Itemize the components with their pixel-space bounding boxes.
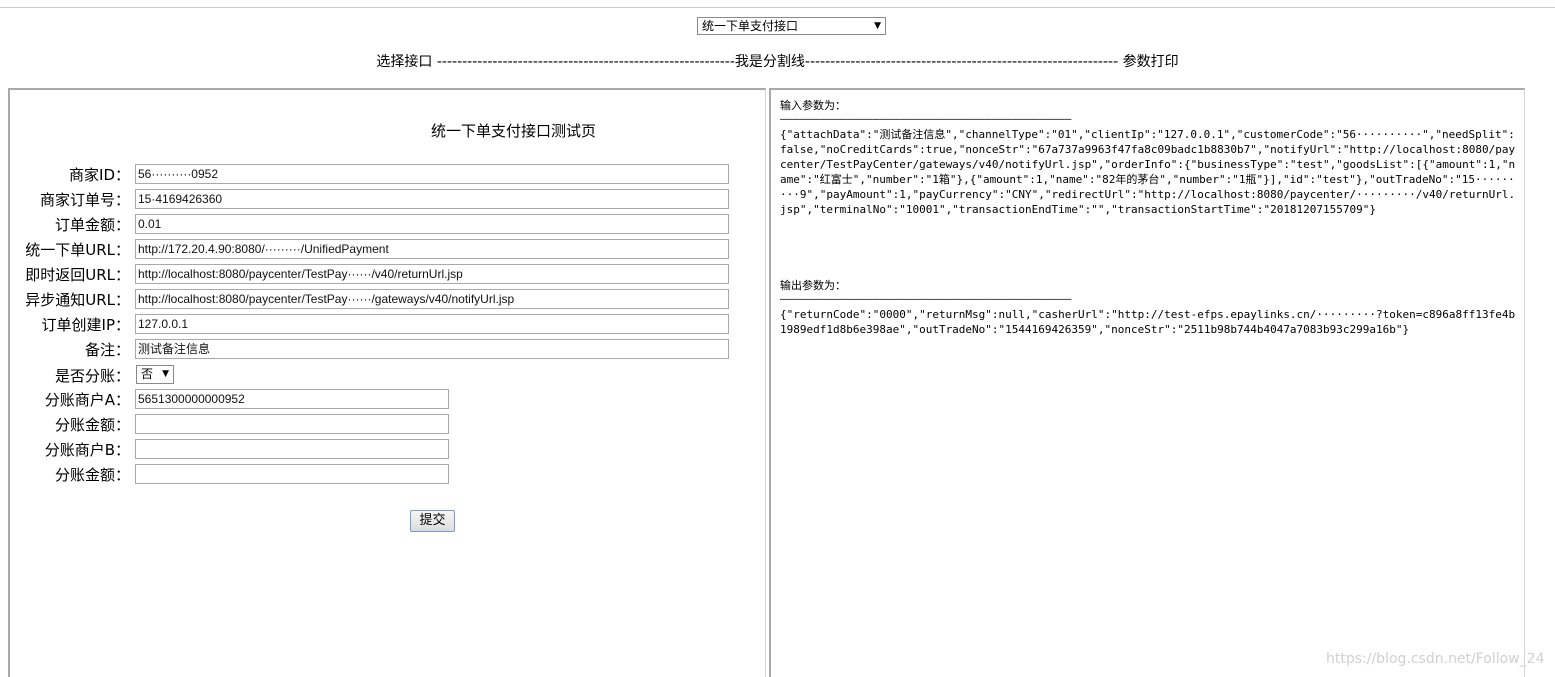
interface-select-value: 统一下单支付接口 [702, 19, 799, 33]
section-divider: 选择接口 -----------------------------------… [376, 54, 1179, 70]
split-amount-b-input[interactable] [135, 464, 449, 484]
merchant-order-no-label: 商家订单号： [39, 191, 130, 209]
return-url-label: 即时返回URL： [25, 266, 130, 284]
need-split-select[interactable]: 否 ▼ [136, 365, 174, 384]
input-params-json: {"attachData":"测试备注信息","channelType":"01… [780, 128, 1516, 216]
interface-select[interactable]: 统一下单支付接口 ▼ [697, 17, 886, 35]
input-params-rule: ————————————————————————————————————————… [780, 112, 1072, 125]
client-ip-label: 订单创建IP： [41, 316, 130, 334]
merchant-id-input[interactable]: 56··········0952 [135, 164, 729, 184]
split-merchant-a-input[interactable]: 5651300000000952 [135, 389, 449, 409]
need-split-value: 否 [141, 367, 154, 381]
submit-button[interactable]: 提交 [410, 510, 455, 532]
order-amount-input[interactable]: 0.01 [135, 214, 729, 234]
split-merchant-b-label: 分账商户B： [44, 441, 130, 459]
notify-url-label: 异步通知URL： [25, 291, 130, 309]
split-amount-a-input[interactable] [135, 414, 449, 434]
watermark: https://blog.csdn.net/Follow_24 [1326, 651, 1545, 667]
split-merchant-a-label: 分账商户A： [44, 391, 130, 409]
order-amount-label: 订单金额： [54, 216, 130, 234]
remark-input[interactable]: 测试备注信息 [135, 339, 729, 359]
unified-order-url-label: 统一下单URL： [25, 241, 130, 259]
output-params-rule: ————————————————————————————————————————… [780, 292, 1072, 305]
return-url-input[interactable]: http://localhost:8080/paycenter/TestPay·… [135, 264, 729, 284]
client-ip-input[interactable]: 127.0.0.1 [135, 314, 729, 334]
top-rule [0, 7, 1555, 8]
form-title: 统一下单支付接口测试页 [431, 122, 597, 140]
chevron-down-icon: ▼ [162, 369, 169, 379]
remark-label: 备注： [84, 341, 130, 359]
chevron-down-icon: ▼ [874, 21, 881, 31]
merchant-order-no-input[interactable]: 15·4169426360 [135, 189, 729, 209]
split-amount-a-label: 分账金额： [54, 416, 130, 434]
notify-url-input[interactable]: http://localhost:8080/paycenter/TestPay·… [135, 289, 729, 309]
output-params-json: {"returnCode":"0000","returnMsg":null,"c… [780, 308, 1516, 336]
unified-order-url-input[interactable]: http://172.20.4.90:8080/·········/Unifie… [135, 239, 729, 259]
split-amount-b-label: 分账金额： [54, 466, 130, 484]
need-split-label: 是否分账： [54, 367, 130, 385]
split-merchant-b-input[interactable] [135, 439, 449, 459]
merchant-id-label: 商家ID： [69, 166, 130, 184]
